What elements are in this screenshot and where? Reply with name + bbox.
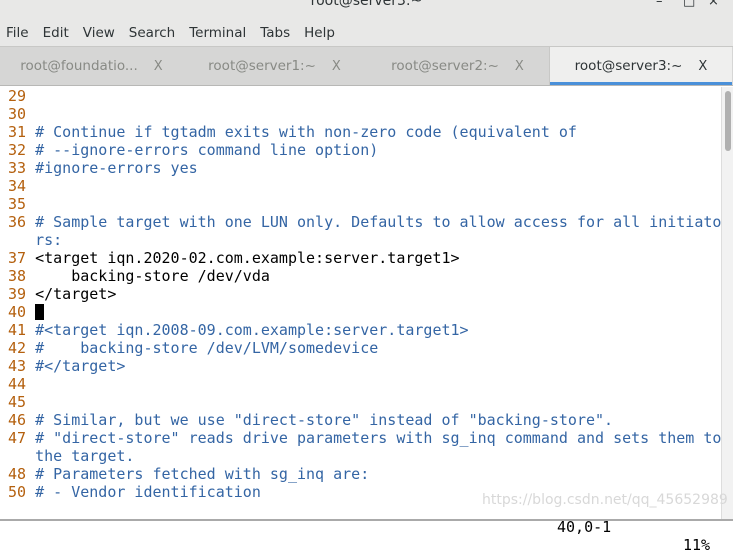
line-text: #<target iqn.2008-09.com.example:server.… [35, 321, 469, 339]
line-text: rs: [35, 231, 63, 249]
tab-close-icon[interactable]: X [698, 59, 707, 74]
line-text: backing-store /dev/vda [35, 267, 270, 285]
tab-bar: root@foundatio... Xroot@server1:~ Xroot@se… [0, 46, 733, 86]
terminal-line: 41 #<target iqn.2008-09.com.example:serv… [8, 321, 721, 339]
line-number: 48 [8, 465, 27, 483]
terminal-line: 31 # Continue if tgtadm exits with non-z… [8, 123, 721, 141]
terminal-line: 42 # backing-store /dev/LVM/somedevice [8, 339, 721, 357]
line-number: 47 [8, 429, 27, 447]
menu-view[interactable]: View [83, 25, 115, 41]
minimize-button[interactable]: – [656, 0, 663, 9]
line-number: 41 [8, 321, 27, 339]
terminal-line: the target. [8, 447, 721, 465]
menu-bar: File Edit View Search Terminal Tabs Help [0, 20, 733, 46]
line-number: 35 [8, 195, 27, 213]
tab-1[interactable]: root@server1:~ X [183, 47, 366, 85]
line-text: #</target> [35, 357, 126, 375]
line-text: # Continue if tgtadm exits with non-zero… [35, 123, 577, 141]
terminal-line: 46 # Similar, but we use "direct-store" … [8, 411, 721, 429]
tab-2[interactable]: root@server2:~ X [366, 47, 549, 85]
menu-file[interactable]: File [6, 25, 29, 41]
scrollbar-thumb[interactable] [725, 91, 731, 151]
line-number: 50 [8, 483, 27, 501]
line-number: 46 [8, 411, 27, 429]
line-number: 44 [8, 375, 27, 393]
terminal-line: 33 #ignore-errors yes [8, 159, 721, 177]
line-text: # Sample target with one LUN only. Defau… [35, 213, 722, 231]
line-number: 34 [8, 177, 27, 195]
line-text: #ignore-errors yes [35, 159, 198, 177]
menu-help[interactable]: Help [304, 25, 335, 41]
text-cursor [35, 304, 45, 320]
line-number: 37 [8, 249, 27, 267]
terminal-line: 32 # --ignore-errors command line option… [8, 141, 721, 159]
tab-close-icon[interactable]: X [515, 59, 524, 74]
line-number: 33 [8, 159, 27, 177]
terminal-content[interactable]: 29 30 31 # Continue if tgtadm exits with… [0, 87, 721, 521]
terminal-line: 44 [8, 375, 721, 393]
line-text: # Parameters fetched with sg_inq are: [35, 465, 370, 483]
terminal-line: 34 [8, 177, 721, 195]
scroll-percent: 11% [683, 536, 711, 554]
line-number: 45 [8, 393, 27, 411]
line-number: 42 [8, 339, 27, 357]
terminal-line: 30 [8, 105, 721, 123]
maximize-button[interactable]: □ [683, 0, 695, 9]
terminal-line: 47 # "direct-store" reads drive paramete… [8, 429, 721, 447]
tab-close-icon[interactable]: X [332, 59, 341, 74]
scrollbar[interactable] [721, 87, 733, 521]
menu-edit[interactable]: Edit [43, 25, 69, 41]
tab-label: root@foundatio... [20, 58, 138, 74]
tab-label: root@server1:~ [208, 58, 316, 74]
line-number: 32 [8, 141, 27, 159]
terminal-line: 48 # Parameters fetched with sg_inq are: [8, 465, 721, 483]
terminal-line: 40 [8, 303, 721, 321]
line-text: # "direct-store" reads drive parameters … [35, 429, 722, 447]
tab-3[interactable]: root@server3:~ X [549, 47, 732, 85]
menu-tabs[interactable]: Tabs [260, 25, 290, 41]
tab-label: root@server2:~ [391, 58, 499, 74]
terminal-line: 43 #</target> [8, 357, 721, 375]
tab-label: root@server3:~ [574, 58, 683, 74]
terminal-line: 38 backing-store /dev/vda [8, 267, 721, 285]
line-number: 30 [8, 105, 27, 123]
line-text: # --ignore-errors command line option) [35, 141, 379, 159]
line-text: # backing-store /dev/LVM/somedevice [35, 339, 379, 357]
title-bar: root@server3:~ – □ × [0, 0, 733, 20]
window-title: root@server3:~ [310, 0, 423, 9]
line-text: </target> [35, 285, 117, 303]
terminal-line: 29 [8, 87, 721, 105]
line-number: 31 [8, 123, 27, 141]
line-text: # - Vendor identification [35, 483, 261, 501]
line-number: 29 [8, 87, 27, 105]
tab-close-icon[interactable]: X [154, 59, 163, 74]
line-number: 39 [8, 285, 27, 303]
tab-0[interactable]: root@foundatio... X [0, 47, 183, 85]
line-text: the target. [35, 447, 135, 465]
terminal-line: 37 <target iqn.2020-02.com.example:serve… [8, 249, 721, 267]
terminal-line: rs: [8, 231, 721, 249]
terminal-line: 45 [8, 393, 721, 411]
terminal-line: 39 </target> [8, 285, 721, 303]
menu-terminal[interactable]: Terminal [189, 25, 246, 41]
terminal-line: 36 # Sample target with one LUN only. De… [8, 213, 721, 231]
line-text: <target iqn.2020-02.com.example:server.t… [35, 249, 460, 267]
close-button[interactable]: × [708, 0, 719, 9]
line-number: 40 [8, 303, 27, 321]
vim-status-line: 40,0-1 11% [0, 500, 721, 554]
menu-search[interactable]: Search [129, 25, 175, 41]
line-text: # Similar, but we use "direct-store" ins… [35, 411, 614, 429]
line-number: 36 [8, 213, 27, 231]
line-number: 38 [8, 267, 27, 285]
terminal-line: 35 [8, 195, 721, 213]
line-number: 43 [8, 357, 27, 375]
